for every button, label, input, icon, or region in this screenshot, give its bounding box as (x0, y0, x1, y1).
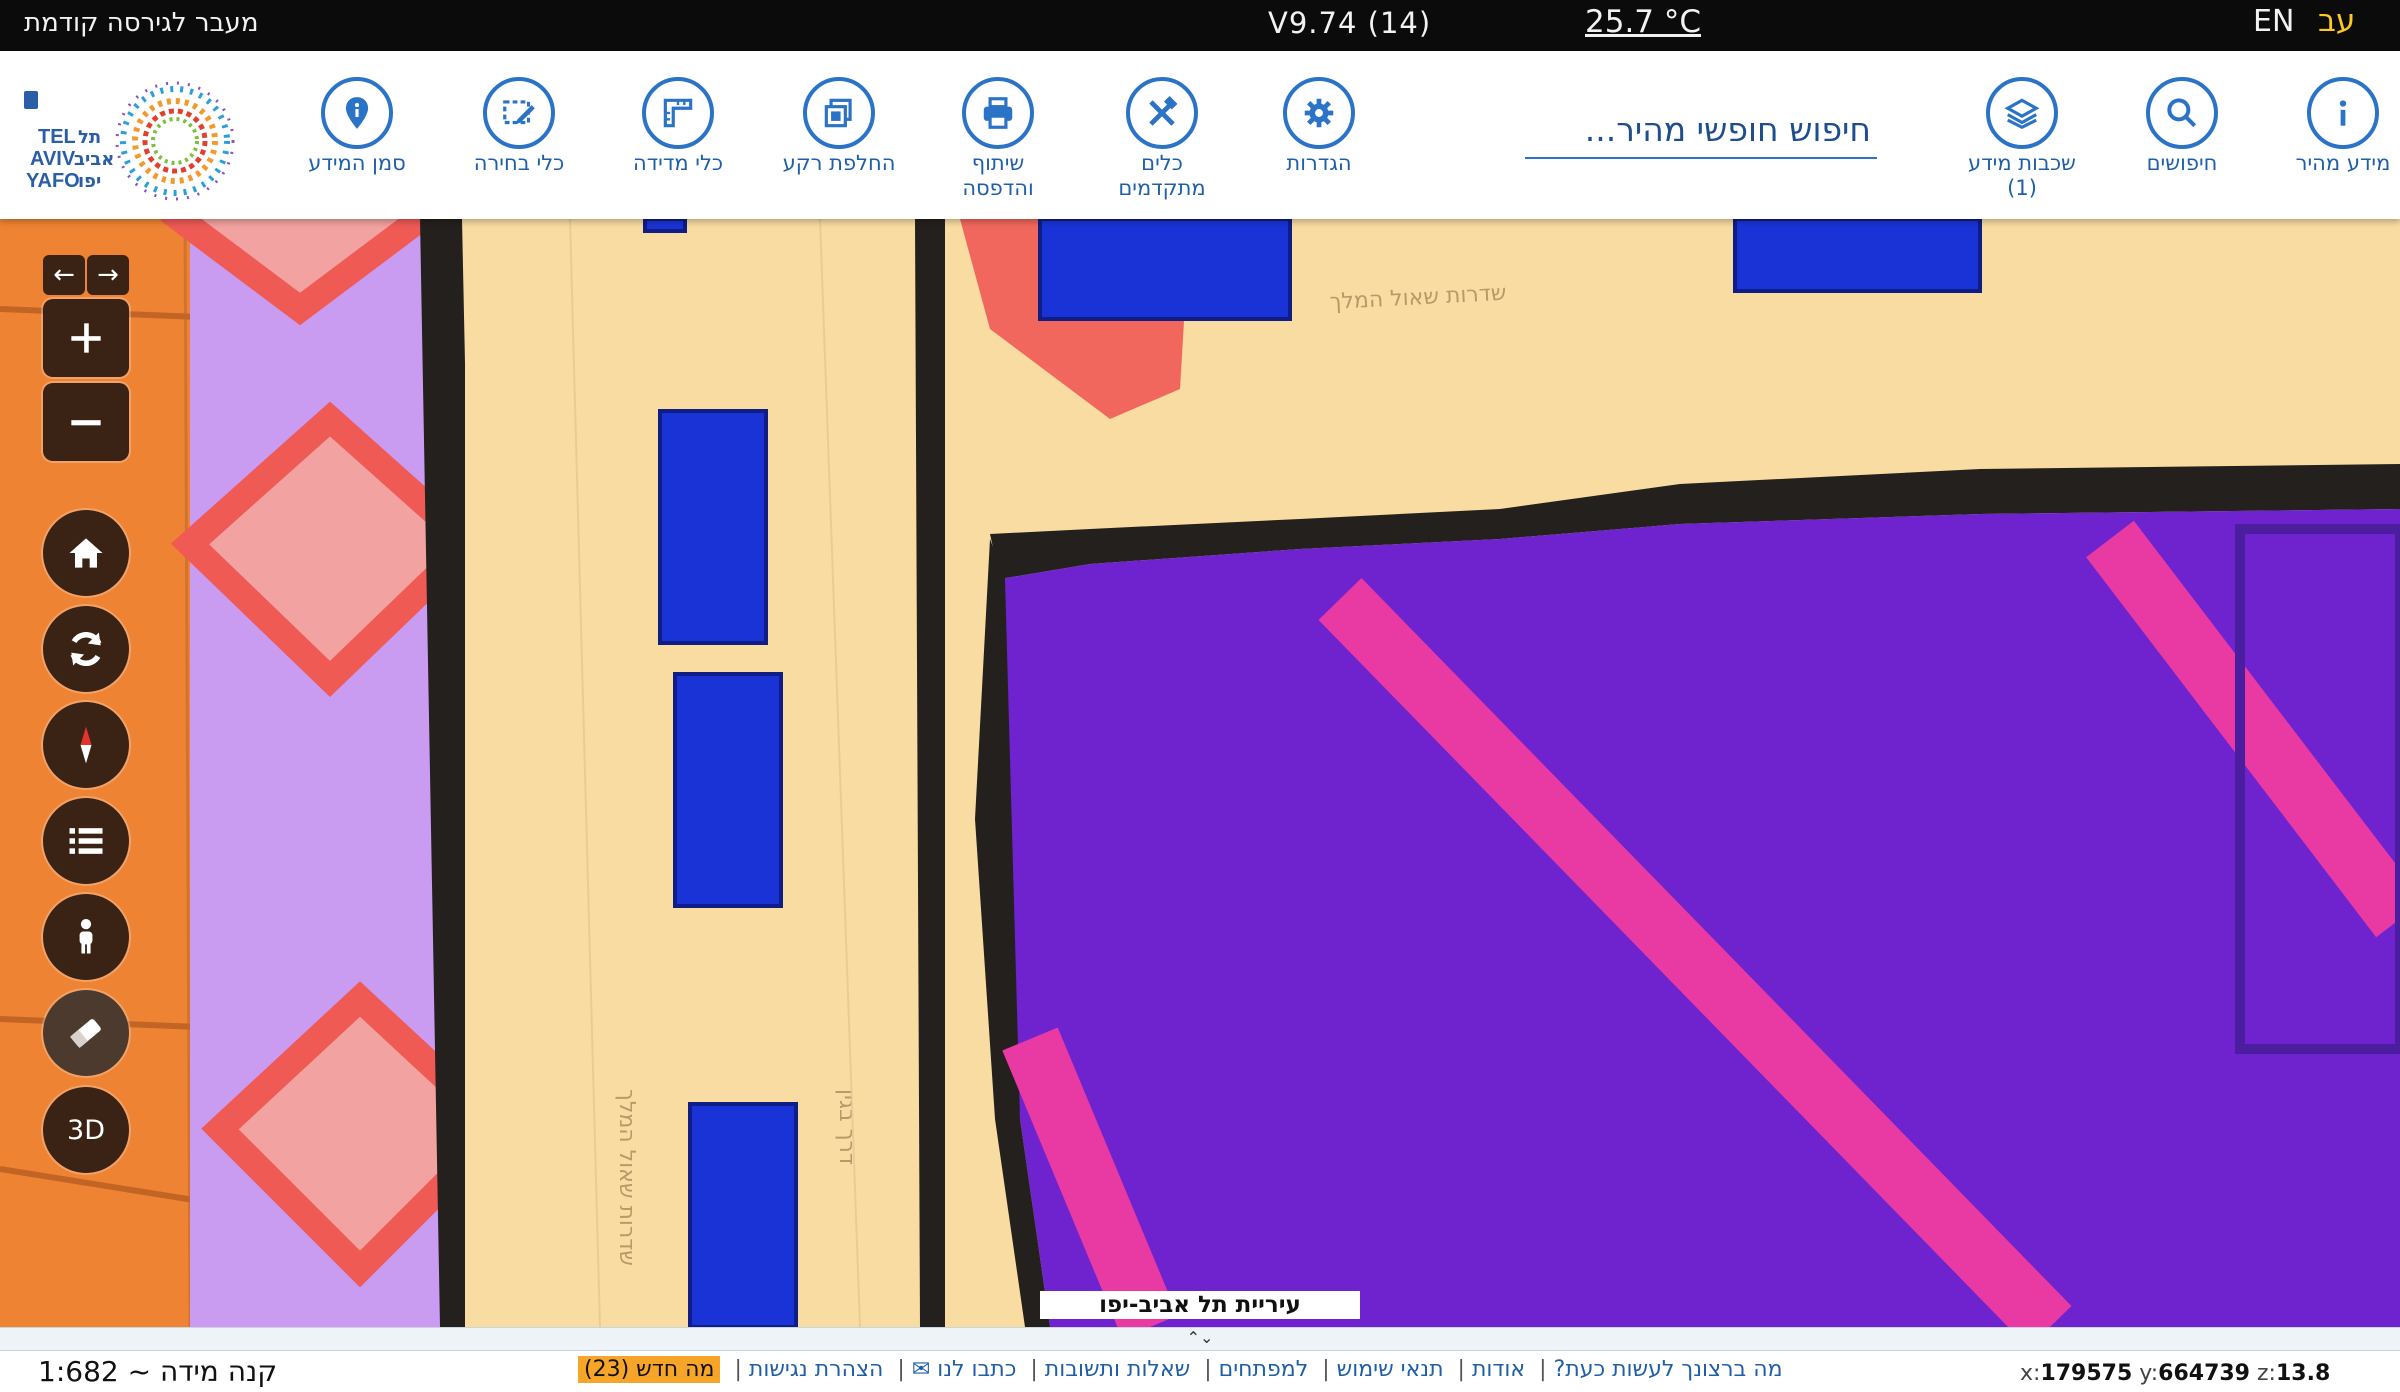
temperature-link[interactable]: 25.7 °C (1585, 4, 1701, 40)
measure-tools-label: כלי מדידה (632, 151, 724, 175)
footer-link-about[interactable]: אודות (1472, 1357, 1525, 1382)
quick-info-label: מידע מהיר (2295, 151, 2391, 175)
compass-icon (80, 726, 92, 764)
zoom-in-button[interactable] (43, 299, 129, 377)
layers-button[interactable]: שכבות מידע (1) (1937, 77, 2107, 201)
previous-version-link[interactable]: מעבר לגירסה קודמת (24, 8, 258, 38)
map-pin-icon (345, 97, 369, 129)
3d-button[interactable]: 3D (43, 1087, 129, 1173)
zoom-out-icon (71, 420, 101, 426)
footer-link-terms[interactable]: תנאי שימוש (1337, 1357, 1444, 1382)
searches-label: חיפושים (2146, 151, 2218, 175)
whats-new-button[interactable]: מה חדש (23) (578, 1356, 721, 1383)
settings-label: הגדרות (1286, 151, 1352, 175)
advanced-tools-label: כלים מתקדמים (1118, 151, 1206, 200)
street-label-3: דרך בגין (834, 1089, 859, 1165)
home-button[interactable] (43, 510, 129, 596)
layers-label: שכבות מידע (1) (1968, 151, 2076, 200)
main-toolbar: TEL AVIV YAFO תל אביב יפו מידע מהיר חיפו… (0, 51, 2400, 219)
tel-aviv-logo[interactable]: TEL AVIV YAFO תל אביב יפו (20, 81, 250, 205)
coordinates-readout: x:179575 y:664739 z:13.8 (2020, 1361, 2330, 1386)
tel-aviv-logo-graphic: TEL AVIV YAFO תל אביב יפו (24, 81, 235, 201)
compass-button[interactable] (43, 702, 129, 788)
coord-x-label: x: (2020, 1361, 2041, 1386)
change-basemap-label: החלפת רקע (782, 151, 896, 175)
language-english-button[interactable]: EN (2253, 4, 2294, 39)
forward-arrow-icon[interactable]: → (87, 255, 129, 295)
home-icon (69, 538, 103, 568)
zoom-in-icon (71, 323, 101, 353)
map-copyright: עיריית תל אביב-יפו (1040, 1291, 1360, 1319)
search-icon (2167, 98, 2197, 128)
quick-info-button[interactable]: מידע מהיר (2258, 77, 2400, 176)
top-bar: מעבר לגירסה קודמת V9.74 (14) 25.7 °C EN … (0, 0, 2400, 51)
svg-text:תל: תל (78, 127, 101, 148)
selection-tools-label: כלי בחירה (473, 151, 565, 175)
gear-icon (1304, 98, 1334, 128)
svg-text:יפו: יפו (78, 171, 101, 192)
selection-tools-button[interactable]: כלי בחירה (434, 77, 604, 176)
coord-z-label: z: (2257, 1361, 2276, 1386)
measure-tools-button[interactable]: כלי מדידה (593, 77, 763, 176)
svg-text:AVIV: AVIV (30, 148, 76, 170)
street-view-button[interactable] (43, 894, 129, 980)
street-label-2: שדרות שאול המלך (614, 1089, 639, 1266)
svg-text:TEL: TEL (38, 126, 76, 148)
info-icon (2339, 100, 2347, 126)
searches-button[interactable]: חיפושים (2097, 77, 2267, 176)
footer-link-contact[interactable]: כתבו לנו ✉ (912, 1357, 1017, 1382)
svg-text:YAFO: YAFO (26, 170, 80, 192)
quick-search-box[interactable] (1525, 101, 1877, 159)
eraser-button[interactable] (43, 990, 129, 1076)
coord-y-label: y: (2139, 1361, 2159, 1386)
map-canvas[interactable]: שדרות שאול המלך שדרות שאול המלך דרך בגין… (0, 219, 2400, 1327)
info-marker-label: סמן המידע (308, 151, 406, 175)
language-hebrew-button[interactable]: עב (2318, 3, 2355, 39)
zoom-out-button[interactable] (43, 383, 129, 461)
basemap-icon (824, 98, 852, 128)
scale-label: קנה מידה ~ 1:682 (38, 1355, 278, 1388)
share-print-label: שיתוף והדפסה (962, 151, 1034, 200)
map-tiles[interactable]: שדרות שאול המלך שדרות שאול המלך דרך בגין (0, 219, 2400, 1327)
version-label: V9.74 (14) (1268, 6, 1432, 40)
coord-y-value: 664739 (2158, 1361, 2250, 1386)
layers-icon (2004, 98, 2040, 130)
coord-z-value: 13.8 (2275, 1361, 2331, 1386)
legend-list-icon (69, 828, 103, 854)
footer-link-what-to-do[interactable]: מה ברצונך לעשות כעת? (1554, 1357, 1783, 1382)
tools-icon (1149, 95, 1178, 126)
collapse-handle[interactable]: ⌃⌄ (0, 1327, 2400, 1351)
back-arrow-icon[interactable]: ← (43, 255, 85, 295)
quick-search-input[interactable] (1525, 101, 1877, 157)
share-print-button[interactable]: שיתוף והדפסה (913, 77, 1083, 201)
extent-navigation: ← → (43, 255, 129, 295)
svg-text:אביב: אביב (74, 149, 114, 170)
eraser-icon (70, 1019, 101, 1049)
coord-x-value: 179575 (2040, 1361, 2133, 1386)
settings-button[interactable]: הגדרות (1234, 77, 1404, 176)
footer-link-faq[interactable]: שאלות ותשובות (1045, 1357, 1190, 1382)
advanced-tools-button[interactable]: כלים מתקדמים (1077, 77, 1247, 201)
refresh-icon (70, 632, 102, 666)
bottom-bar: ⌃⌄ קנה מידה ~ 1:682 מה ברצונך לעשות כעת?… (0, 1327, 2400, 1392)
legend-button[interactable] (43, 798, 129, 884)
refresh-button[interactable] (43, 606, 129, 692)
selection-icon (503, 100, 535, 125)
info-marker-button[interactable]: סמן המידע (272, 77, 442, 176)
change-basemap-button[interactable]: החלפת רקע (754, 77, 924, 176)
footer-link-developers[interactable]: למפתחים (1219, 1357, 1309, 1382)
footer-links: מה ברצונך לעשות כעת?| אודות| תנאי שימוש|… (578, 1356, 1783, 1383)
ruler-icon (663, 98, 693, 128)
printer-icon (983, 97, 1013, 129)
footer-link-accessibility[interactable]: הצהרת נגישות (749, 1357, 884, 1382)
street-view-person-icon (79, 919, 93, 954)
